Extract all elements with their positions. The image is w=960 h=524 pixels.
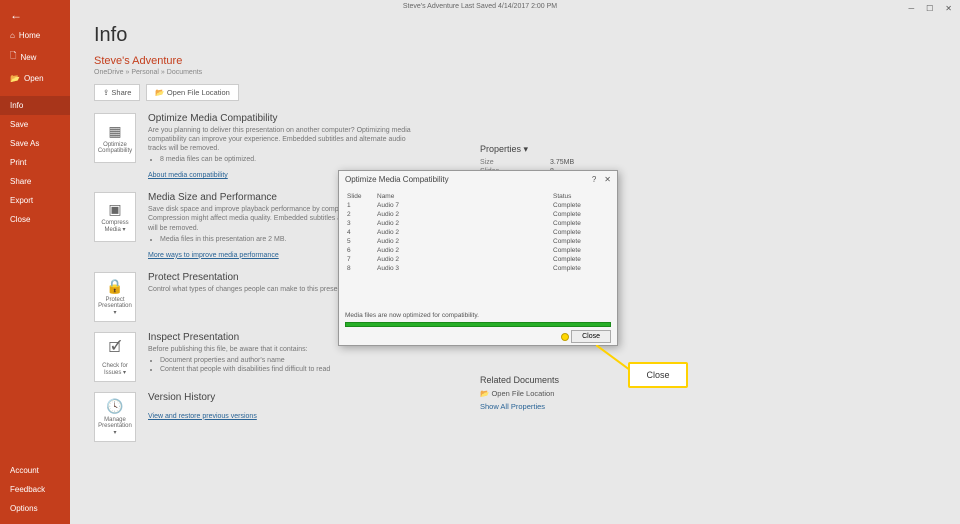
dialog-help-icon[interactable]: ? (592, 175, 596, 184)
title-bar: Steve's Adventure Last Saved 4/14/2017 2… (0, 0, 960, 14)
sidebar-label: Open (24, 74, 44, 83)
sidebar-item-save[interactable]: Save (0, 115, 70, 134)
document-actions: ⇪ Share 📂 Open File Location (94, 84, 936, 101)
sidebar-item-export[interactable]: Export (0, 191, 70, 210)
inspect-desc: Before publishing this file, be aware th… (148, 345, 418, 374)
history-icon: 🕓 (106, 398, 123, 415)
inspect-icon: 🗹 (109, 337, 122, 361)
sidebar-item-open[interactable]: 📂 Open (0, 69, 70, 88)
optimize-media-dialog: Optimize Media Compatibility ? ✕ Slide N… (338, 170, 618, 346)
share-button[interactable]: ⇪ Share (94, 84, 140, 101)
size-value: 3.75MB (550, 159, 574, 166)
optimize-icon: ▦ (108, 123, 121, 140)
table-row: 2Audio 2Complete (345, 210, 611, 219)
col-name: Name (375, 192, 551, 201)
sidebar-label: Account (10, 466, 39, 475)
sidebar-item-options[interactable]: Options (0, 499, 70, 518)
sidebar-item-close[interactable]: Close (0, 210, 70, 229)
size-label: Size (480, 159, 520, 166)
sidebar-icon: ⌂ (10, 31, 15, 40)
sidebar-label: Close (10, 215, 30, 224)
optimize-heading: Optimize Media Compatibility (148, 113, 936, 124)
close-callout: Close (628, 362, 688, 388)
version-history-link[interactable]: View and restore previous versions (148, 413, 257, 420)
manage-presentation-tile[interactable]: 🕓Manage Presentation ▾ (94, 392, 136, 442)
sidebar-label: Export (10, 196, 33, 205)
sidebar-label: Info (10, 101, 23, 110)
sidebar-label: Save As (10, 139, 39, 148)
related-docs-head: Related Documents (480, 375, 574, 385)
col-slide: Slide (345, 192, 375, 201)
lock-icon: 🔒 (106, 278, 123, 295)
sidebar-icon: 📂 (10, 74, 20, 83)
dialog-close-button[interactable]: Close (571, 330, 611, 343)
sidebar-item-home[interactable]: ⌂ Home (0, 26, 70, 45)
document-path: OneDrive » Personal » Documents (94, 69, 936, 76)
dialog-title-text: Optimize Media Compatibility (345, 175, 449, 184)
dialog-close-icon[interactable]: ✕ (604, 175, 611, 184)
sidebar-icon: 🗋 (10, 50, 16, 64)
col-status: Status (551, 192, 611, 201)
sidebar-item-print[interactable]: Print (0, 153, 70, 172)
title-text: Steve's Adventure Last Saved 4/14/2017 2… (403, 3, 557, 10)
improve-media-link[interactable]: More ways to improve media performance (148, 252, 279, 259)
dialog-titlebar: Optimize Media Compatibility ? ✕ (339, 171, 617, 188)
sidebar-item-feedback[interactable]: Feedback (0, 480, 70, 499)
sidebar-label: Feedback (10, 485, 45, 494)
backstage-sidebar: ← ⌂ Home 🗋 New 📂 Open Info Save Save As Print Sha… (0, 0, 70, 524)
table-row: 7Audio 2Complete (345, 255, 611, 264)
protect-presentation-tile[interactable]: 🔒Protect Presentation ▾ (94, 272, 136, 322)
show-all-props-link[interactable]: Show All Properties (480, 402, 574, 411)
sidebar-label: Share (10, 177, 31, 186)
sidebar-item-save-as[interactable]: Save As (0, 134, 70, 153)
open-file-location-link[interactable]: 📂 Open File Location (480, 389, 574, 398)
sidebar-label: Options (10, 504, 38, 513)
table-row: 4Audio 2Complete (345, 228, 611, 237)
compress-icon: ▣ (108, 201, 121, 218)
compress-media-tile[interactable]: ▣Compress Media ▾ (94, 192, 136, 242)
table-row: 6Audio 2Complete (345, 246, 611, 255)
table-row: 3Audio 2Complete (345, 219, 611, 228)
optimize-compatibility-tile[interactable]: ▦Optimize Compatibility (94, 113, 136, 163)
sidebar-label: Save (10, 120, 28, 129)
dialog-status-text: Media files are now optimized for compat… (345, 312, 479, 319)
folder-icon: 📂 (155, 88, 164, 97)
open-file-location-button[interactable]: 📂 Open File Location (146, 84, 238, 101)
sidebar-item-account[interactable]: Account (0, 461, 70, 480)
highlight-dot (561, 333, 569, 341)
about-media-compat-link[interactable]: About media compatibility (148, 172, 228, 179)
page-title: Info (94, 24, 936, 47)
dialog-progress-bar (345, 322, 611, 327)
table-row: 5Audio 2Complete (345, 237, 611, 246)
table-row: 1Audio 7Complete (345, 201, 611, 210)
check-for-issues-tile[interactable]: 🗹Check for Issues ▾ (94, 332, 136, 382)
table-row: 8Audio 3Complete (345, 264, 611, 273)
document-title: Steve's Adventure (94, 55, 936, 67)
folder-icon: 📂 (480, 389, 489, 398)
sidebar-item-share[interactable]: Share (0, 172, 70, 191)
sidebar-label: Home (19, 31, 40, 40)
sidebar-label: Print (10, 158, 26, 167)
sidebar-label: New (20, 53, 36, 62)
sidebar-item-info[interactable]: Info (0, 96, 70, 115)
dialog-table: Slide Name Status 1Audio 7Complete2Audio… (339, 188, 617, 277)
share-icon: ⇪ (103, 88, 109, 97)
properties-head[interactable]: Properties ▾ (480, 144, 574, 155)
sidebar-item-new[interactable]: 🗋 New (0, 45, 70, 69)
optimize-desc: Are you planning to deliver this present… (148, 126, 418, 164)
back-button[interactable]: ← (0, 0, 70, 26)
